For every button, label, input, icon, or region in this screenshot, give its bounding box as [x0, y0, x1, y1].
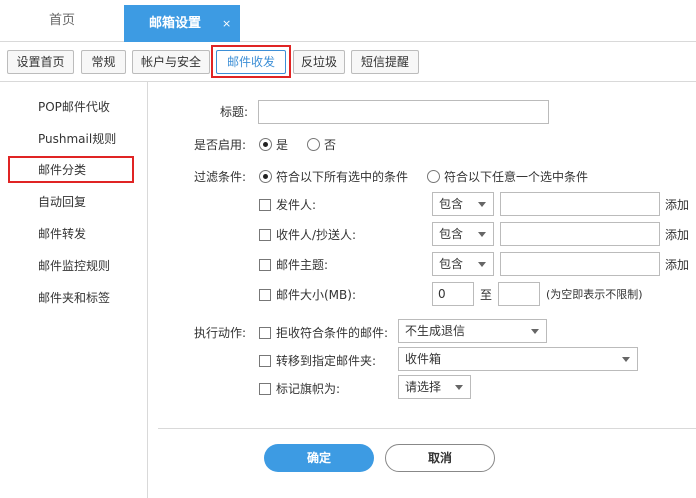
select-value: 收件箱 [405, 352, 442, 366]
sender-input[interactable] [500, 192, 660, 216]
tab-bar: 首页 邮箱设置 × [0, 0, 696, 42]
sidebar-item-folders-tags[interactable]: 邮件夹和标签 [38, 289, 110, 307]
filter-any-label: 符合以下任意一个选中条件 [444, 170, 589, 184]
settings-toolbar: 设置首页 常规 帐户与安全 邮件收发 反垃圾 短信提醒 [0, 42, 696, 82]
select-value: 包含 [439, 227, 464, 241]
chevron-down-icon [478, 202, 486, 207]
close-icon[interactable]: × [222, 5, 231, 42]
sender-op-select[interactable]: 包含 [432, 192, 494, 216]
recipient-label: 收件人/抄送人: [276, 228, 357, 242]
flag-select[interactable]: 请选择 [398, 375, 471, 399]
subject-checkbox[interactable] [259, 259, 271, 271]
toolbar-anti-spam-button[interactable]: 反垃圾 [293, 50, 345, 74]
chevron-down-icon [455, 385, 463, 390]
subject-op-select[interactable]: 包含 [432, 252, 494, 276]
confirm-button[interactable]: 确定 [264, 444, 374, 472]
sender-checkbox[interactable] [259, 199, 271, 211]
size-label: 邮件大小(MB): [276, 288, 356, 302]
enable-no-radio[interactable] [307, 138, 320, 151]
size-from-input[interactable]: 0 [432, 282, 474, 306]
chevron-down-icon [478, 232, 486, 237]
action-label: 执行动作: [194, 326, 247, 340]
toolbar-sms-alert-button[interactable]: 短信提醒 [351, 50, 419, 74]
toolbar-settings-home-button[interactable]: 设置首页 [7, 50, 74, 74]
highlight-box [211, 45, 291, 78]
sidebar-item-auto-reply[interactable]: 自动回复 [38, 193, 86, 211]
title-label: 标题: [220, 105, 249, 119]
enable-yes-label: 是 [276, 138, 289, 152]
sidebar: POP邮件代收 Pushmail规则 邮件分类 自动回复 邮件转发 邮件监控规则… [0, 82, 148, 498]
select-value: 请选择 [405, 380, 442, 394]
sidebar-item-mail-forward[interactable]: 邮件转发 [38, 225, 86, 243]
enable-label: 是否启用: [194, 138, 247, 152]
toolbar-general-button[interactable]: 常规 [81, 50, 126, 74]
recipient-add-link[interactable]: 添加 [665, 226, 689, 244]
tab-label: 邮箱设置 [149, 16, 202, 31]
sidebar-item-pop-collect[interactable]: POP邮件代收 [38, 98, 110, 116]
highlight-box [8, 156, 134, 183]
subject-label: 邮件主题: [276, 258, 329, 272]
select-value: 不生成退信 [405, 324, 466, 338]
enable-no-label: 否 [324, 138, 337, 152]
enable-yes-radio[interactable] [259, 138, 272, 151]
title-input[interactable] [258, 100, 549, 124]
recipient-input[interactable] [500, 222, 660, 246]
tab-mailbox-settings[interactable]: 邮箱设置 × [124, 5, 240, 42]
subject-add-link[interactable]: 添加 [665, 256, 689, 274]
size-checkbox[interactable] [259, 289, 271, 301]
flag-label: 标记旗帜为: [276, 382, 341, 396]
chevron-down-icon [478, 262, 486, 267]
select-value: 包含 [439, 197, 464, 211]
divider [158, 428, 696, 429]
cancel-button[interactable]: 取消 [385, 444, 495, 472]
subject-input[interactable] [500, 252, 660, 276]
flag-checkbox[interactable] [259, 383, 271, 395]
move-folder-select[interactable]: 收件箱 [398, 347, 638, 371]
size-to-input[interactable] [498, 282, 540, 306]
sender-label: 发件人: [276, 198, 317, 212]
reject-checkbox[interactable] [259, 327, 271, 339]
size-to-label: 至 [480, 288, 493, 302]
sidebar-item-pushmail-rules[interactable]: Pushmail规则 [38, 130, 116, 148]
reject-label: 拒收符合条件的邮件: [276, 326, 389, 340]
filter-label: 过滤条件: [194, 170, 247, 184]
filter-all-radio[interactable] [259, 170, 272, 183]
reject-select[interactable]: 不生成退信 [398, 319, 547, 343]
sidebar-item-mail-monitor-rules[interactable]: 邮件监控规则 [38, 257, 110, 275]
move-checkbox[interactable] [259, 355, 271, 367]
filter-all-label: 符合以下所有选中的条件 [276, 170, 409, 184]
recipient-op-select[interactable]: 包含 [432, 222, 494, 246]
tab-home[interactable]: 首页 [0, 0, 124, 42]
recipient-checkbox[interactable] [259, 229, 271, 241]
chevron-down-icon [622, 357, 630, 362]
chevron-down-icon [531, 329, 539, 334]
mail-classification-form: 标题: 是否启用: 是 否 过滤条件: 符合以下所有选中的条件 符合以下任意一个… [148, 82, 696, 498]
move-label: 转移到指定邮件夹: [276, 354, 377, 368]
filter-any-radio[interactable] [427, 170, 440, 183]
sender-add-link[interactable]: 添加 [665, 196, 689, 214]
select-value: 包含 [439, 257, 464, 271]
toolbar-account-security-button[interactable]: 帐户与安全 [132, 50, 210, 74]
size-hint: (为空即表示不限制) [546, 288, 643, 301]
